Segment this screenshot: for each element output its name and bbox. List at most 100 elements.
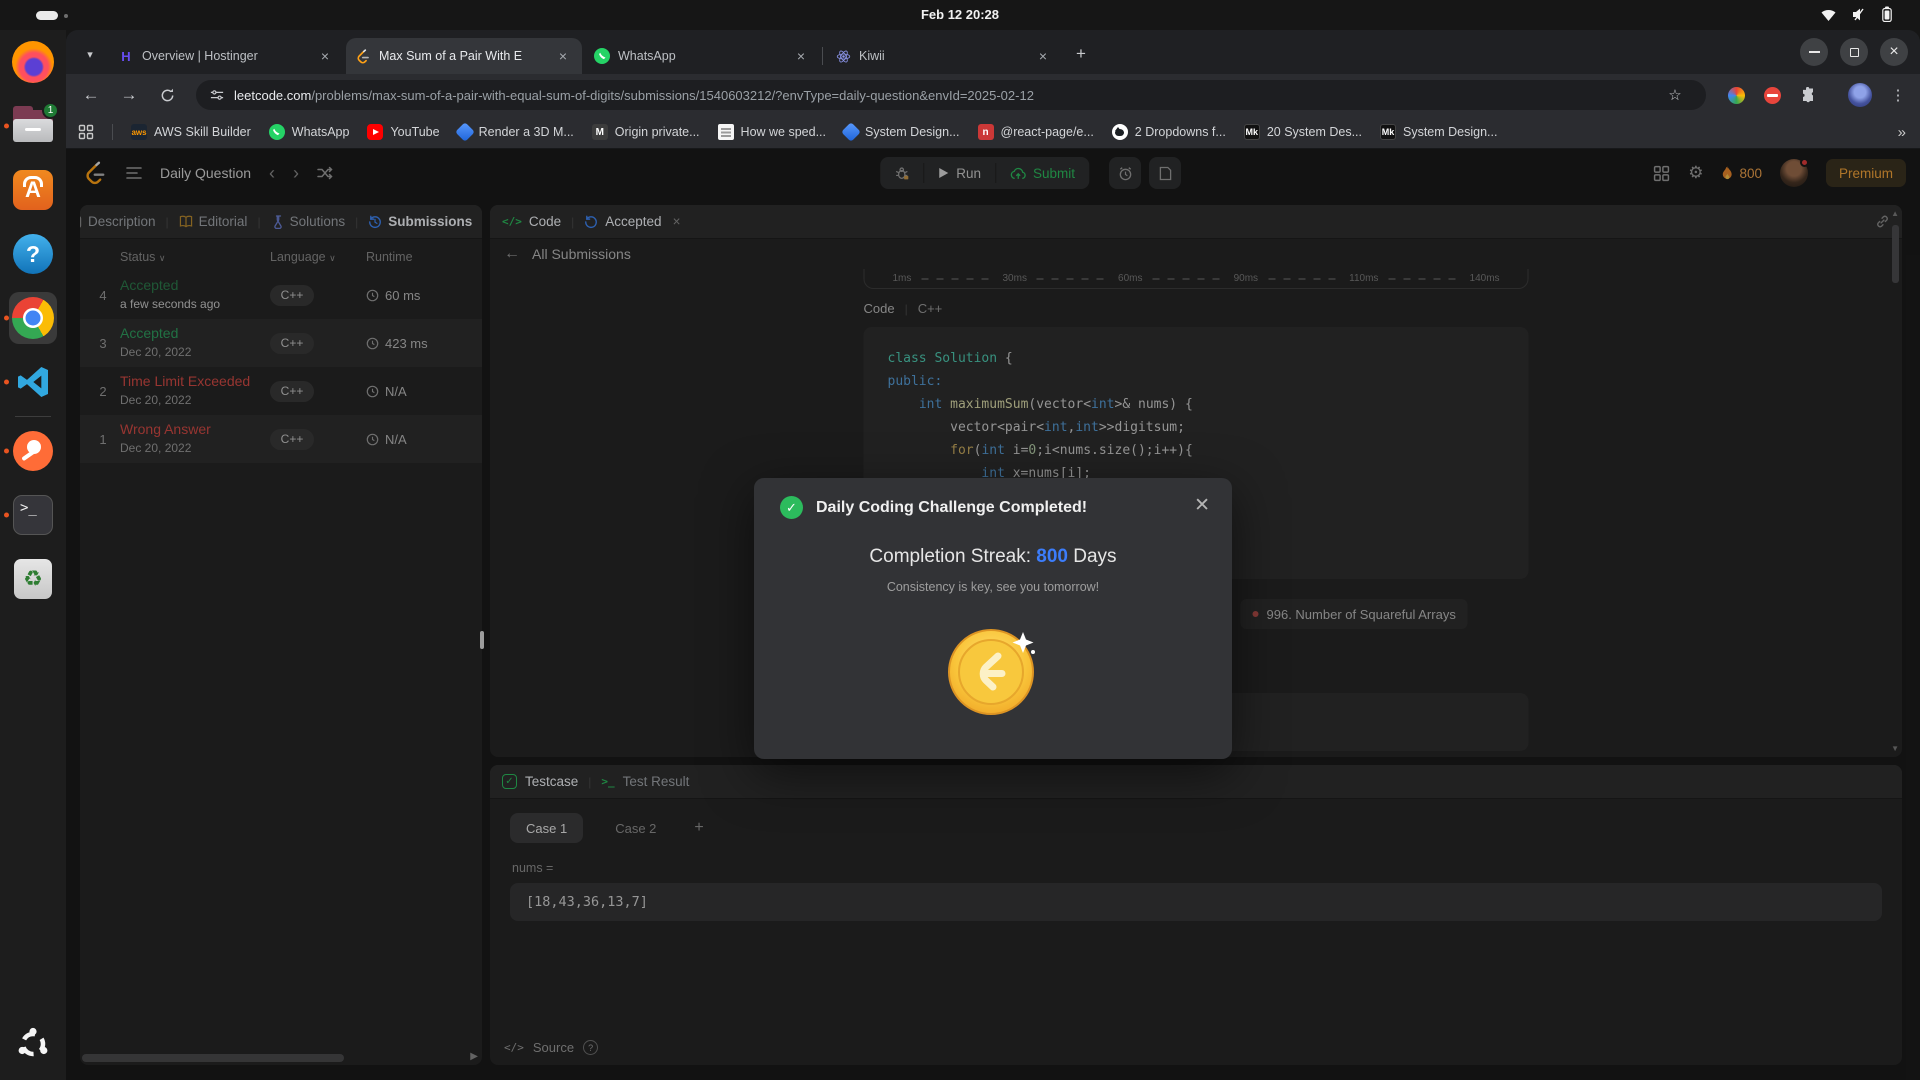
close-tab-icon[interactable]: ×	[316, 47, 334, 65]
youtube-icon	[367, 124, 383, 140]
firefox-icon	[12, 41, 54, 83]
restore-button[interactable]	[1840, 38, 1868, 66]
running-dot	[4, 449, 9, 454]
close-tab-icon[interactable]: ×	[1034, 47, 1052, 65]
close-window-button[interactable]: ×	[1880, 38, 1908, 66]
files-icon: 1	[13, 110, 53, 142]
tab-leetcode[interactable]: Max Sum of a Pair With E ×	[346, 38, 582, 74]
tab-divider	[822, 47, 823, 65]
apps-grid-icon[interactable]	[78, 124, 94, 140]
minimize-button[interactable]	[1800, 38, 1828, 66]
dock: 1 A ? >_ ♻	[0, 30, 66, 1080]
dock-item-trash[interactable]: ♻	[0, 547, 66, 611]
mk-icon: Mk	[1380, 124, 1396, 140]
close-tab-icon[interactable]: ×	[554, 47, 572, 65]
dock-item-files[interactable]: 1	[0, 94, 66, 158]
whatsapp-favicon	[594, 48, 610, 64]
system-tray[interactable]	[1820, 6, 1892, 22]
browser-window: ▾ H Overview | Hostinger × Max Sum of a …	[66, 30, 1920, 1080]
help-icon: ?	[13, 234, 53, 274]
page-icon	[718, 124, 734, 140]
streak-line: Completion Streak: 800 Days	[754, 546, 1232, 568]
close-tab-icon[interactable]: ×	[792, 47, 810, 65]
running-dot	[4, 380, 9, 385]
tab-strip: ▾ H Overview | Hostinger × Max Sum of a …	[66, 30, 1920, 74]
streak-coin	[945, 624, 1041, 721]
battery-icon	[1882, 6, 1892, 22]
bookmark-aws[interactable]: awsAWS Skill Builder	[131, 124, 251, 140]
modal-title: Daily Coding Challenge Completed!	[816, 499, 1087, 517]
bookmark-20-system[interactable]: Mk20 System Des...	[1244, 124, 1362, 140]
modal-subtitle: Consistency is key, see you tomorrow!	[754, 580, 1232, 594]
files-badge: 1	[42, 102, 59, 119]
bookmark-star-icon[interactable]: ☆	[1664, 84, 1686, 106]
bookmark-whatsapp[interactable]: WhatsApp	[269, 124, 350, 140]
dock-item-help[interactable]: ?	[0, 222, 66, 286]
back-button[interactable]: ←	[80, 84, 102, 106]
tab-kiwii[interactable]: Kiwii ×	[826, 38, 1062, 74]
trash-icon: ♻	[14, 559, 52, 599]
site-settings-icon[interactable]	[210, 88, 224, 102]
address-bar[interactable]: leetcode.com/problems/max-sum-of-a-pair-…	[196, 80, 1706, 110]
bookmarks-bar: awsAWS Skill Builder WhatsApp YouTube Re…	[66, 116, 1920, 149]
profile-avatar[interactable]	[1848, 83, 1872, 107]
dock-item-postman[interactable]	[0, 419, 66, 483]
chrome-icon	[12, 297, 54, 339]
forward-button[interactable]: →	[118, 84, 140, 106]
bookmark-system-design-2[interactable]: MkSystem Design...	[1380, 124, 1497, 140]
leetcode-favicon	[356, 49, 371, 64]
m-icon: M	[592, 124, 608, 140]
tab-whatsapp[interactable]: WhatsApp ×	[584, 38, 820, 74]
hostinger-favicon: H	[118, 48, 134, 64]
gem-icon	[841, 122, 861, 142]
extensions-puzzle-icon[interactable]	[1796, 83, 1820, 107]
gem-icon	[455, 122, 475, 142]
workspace-indicator	[36, 11, 58, 20]
volume-muted-icon	[1851, 7, 1868, 22]
bookmark-system-design-1[interactable]: System Design...	[844, 125, 959, 139]
workspace-dot	[64, 14, 68, 18]
leetcode-page: Daily Question ‹ › Run Submit	[66, 149, 1920, 1080]
mk-icon: Mk	[1244, 124, 1260, 140]
tab-search-button[interactable]: ▾	[78, 42, 102, 66]
postman-icon	[13, 431, 53, 471]
dock-item-vscode[interactable]	[0, 350, 66, 414]
bookmark-origin-private[interactable]: MOrigin private...	[592, 124, 700, 140]
react-favicon	[836, 49, 851, 64]
whatsapp-icon	[269, 124, 285, 140]
daily-challenge-modal: ✓ Daily Coding Challenge Completed! ✕ Co…	[754, 478, 1232, 759]
bookmark-render-3d[interactable]: Render a 3D M...	[458, 125, 574, 139]
new-tab-button[interactable]: +	[1070, 43, 1092, 65]
extension-colorful-icon[interactable]	[1724, 83, 1748, 107]
reload-button[interactable]	[156, 84, 178, 106]
streak-value: 800	[1036, 546, 1068, 567]
url-text: leetcode.com/problems/max-sum-of-a-pair-…	[234, 88, 1034, 103]
bookmark-youtube[interactable]: YouTube	[367, 124, 439, 140]
bookmark-dropdowns[interactable]: 2 Dropdowns f...	[1112, 124, 1226, 140]
success-check-icon: ✓	[780, 496, 803, 519]
npm-icon: n	[978, 124, 994, 140]
ubuntu-icon	[15, 1026, 51, 1062]
dock-item-app-store[interactable]: A	[0, 158, 66, 222]
bookmark-how-we-sped[interactable]: How we sped...	[718, 124, 826, 140]
tab-hostinger[interactable]: H Overview | Hostinger ×	[108, 38, 344, 74]
terminal-icon: >_	[13, 495, 53, 535]
dock-item-terminal[interactable]: >_	[0, 483, 66, 547]
running-dot	[4, 513, 9, 518]
system-top-bar: Feb 12 20:28	[0, 0, 1920, 30]
menu-kebab-icon[interactable]: ⋮	[1886, 83, 1910, 107]
bookmarks-overflow-chevron[interactable]: »	[1898, 124, 1906, 141]
browser-toolbar: ← → leetcode.com/problems/max-sum-of-a-p…	[66, 74, 1920, 116]
bookmark-react-page[interactable]: n@react-page/e...	[978, 124, 1094, 140]
modal-close-icon[interactable]: ✕	[1194, 494, 1210, 517]
clock[interactable]: Feb 12 20:28	[921, 7, 999, 22]
app-store-icon: A	[13, 170, 53, 210]
extension-adblock-icon[interactable]	[1760, 83, 1784, 107]
dock-divider	[15, 416, 51, 417]
dock-item-show-apps[interactable]	[0, 1012, 66, 1076]
aws-icon: aws	[131, 124, 147, 140]
dock-item-chrome[interactable]	[0, 286, 66, 350]
vscode-icon	[13, 362, 53, 402]
wifi-icon	[1820, 7, 1837, 22]
dock-item-firefox[interactable]	[0, 30, 66, 94]
